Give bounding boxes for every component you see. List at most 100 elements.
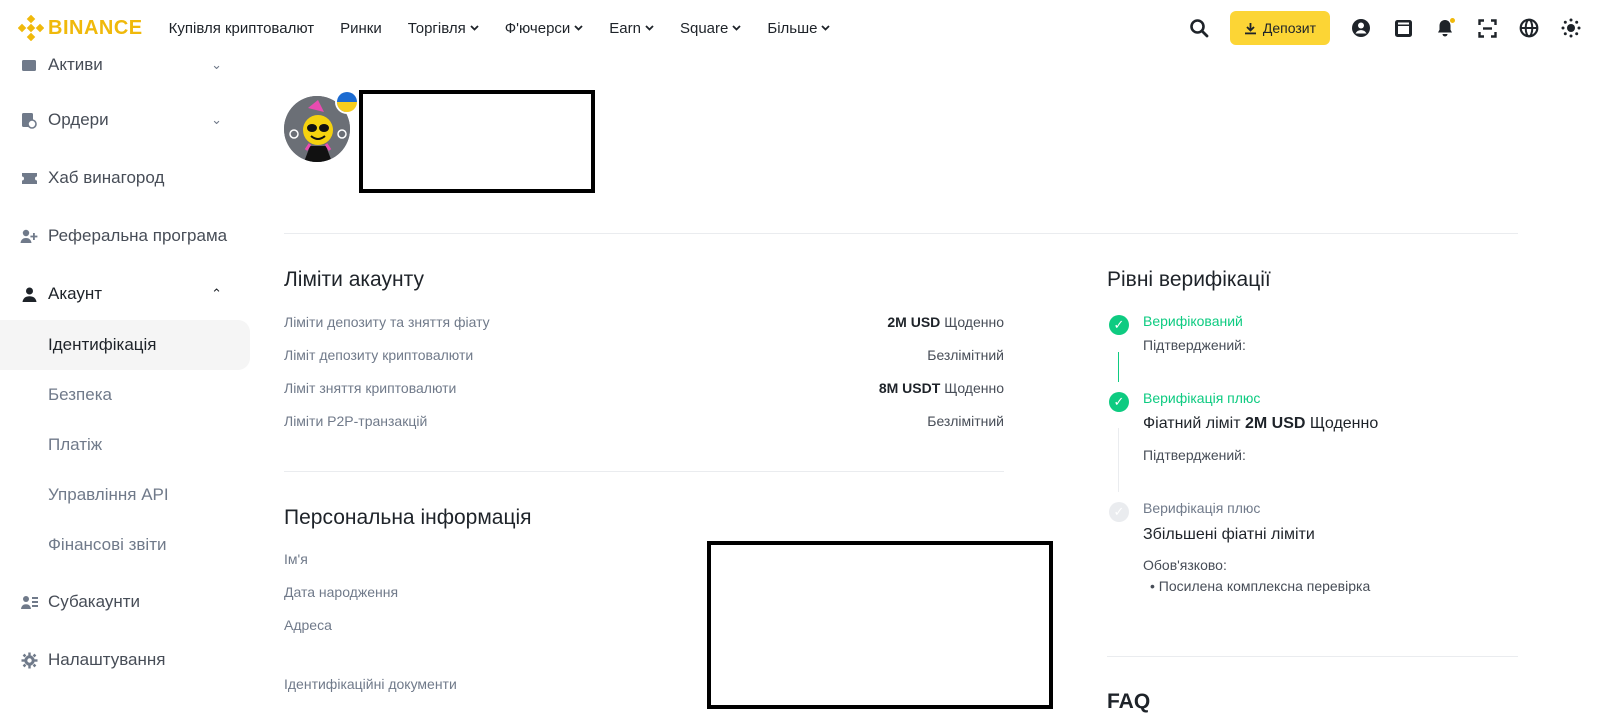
ukraine-flag-icon [335,90,359,114]
ticket-icon [20,169,38,187]
chevron-down-icon [470,23,479,34]
chevron-up-icon: ⌃ [211,286,222,301]
nav-item-5[interactable]: Square [680,20,741,37]
limit-amount: 2M USD [887,314,941,330]
chevron-down-icon [821,23,831,34]
account-limits-title: Ліміти акаунту [284,268,424,291]
deposit-button[interactable]: Депозит [1229,11,1330,45]
address-label: Адреса [284,617,332,633]
limit-label-crypto-deposit: Ліміт депозиту криптовалюти [284,347,474,363]
subaccounts-icon [20,593,38,611]
divider [1107,656,1518,657]
sidebar-item-rewards[interactable]: Хаб винагород [0,153,250,203]
limit-value-p2p: Безлімітний [927,413,1004,429]
sidebar-item-label: Активи [48,55,103,74]
nav-item-2[interactable]: Торгівля [408,20,479,37]
progress-line [1118,352,1119,382]
limit-label-fiat: Ліміти депозиту та зняття фіату [284,314,490,330]
binance-logo[interactable]: BINANCE [18,15,143,41]
verified-plus-title: Верифікація плюс [1143,390,1261,406]
sidebar-item-label: Фінансові звіти [48,535,167,554]
chevron-down-icon [732,23,741,34]
nav-item-label: Торгівля [407,19,466,37]
notification-dot [1449,17,1456,24]
nav-item-6[interactable]: Більше [767,19,831,37]
sidebar-item-referral[interactable]: Реферальна програма [0,211,250,261]
sidebar-item-financial-reports[interactable]: Фінансові звіти [0,520,250,570]
limit-value-crypto-withdraw: 8M USDT Щоденно [879,380,1004,396]
top-navbar: BINANCE Купівля криптовалют Ринки Торгівля… [0,0,1600,56]
progress-line [1118,428,1119,492]
sidebar-item-payment[interactable]: Платіж [0,420,250,470]
sidebar-item-label: Хаб винагород [48,168,165,187]
nav-item-0[interactable]: Купівля криптовалют [169,20,315,37]
sidebar-item-label: Налаштування [48,650,166,669]
personal-info-title: Персональна інформація [284,506,532,529]
sidebar-item-label: Управління API [48,485,169,504]
limit-label-p2p: Ліміти P2P-транзакцій [284,413,428,429]
divider [284,233,1518,234]
notification-bell-icon[interactable] [1434,17,1456,39]
verified-plus-status: Підтверджений: [1143,447,1246,463]
requirement-item: • Посилена комплексна перевірка [1150,578,1371,594]
sidebar-item-label: Акаунт [48,284,103,303]
limit-value-crypto-deposit: Безлімітний [927,347,1004,363]
next-level-title: Верифікація плюс [1143,500,1261,516]
sidebar-item-label: Субакаунти [48,592,141,611]
sidebar-item-api-management[interactable]: Управління API [0,470,250,520]
chevron-down-icon: ⌄ [211,57,222,72]
theme-toggle-icon[interactable] [1560,17,1582,39]
redacted-personal-info [707,541,1053,709]
check-circle-icon: ✓ [1109,392,1129,412]
user-icon [20,285,38,303]
verification-levels-title: Рівні верифікації [1107,268,1271,291]
sidebar-item-security[interactable]: Безпека [0,370,250,420]
limit-amount: 8M USDT [878,380,941,396]
fiat-limit-prefix: Фіатний ліміт [1143,415,1241,432]
gear-icon [20,651,38,669]
wallet-icon [20,56,38,74]
increased-limits-text: Збільшені фіатні ліміти [1143,526,1315,543]
check-circle-pending-icon: ✓ [1109,502,1129,522]
nav-item-1[interactable]: Ринки [340,20,382,37]
nav-item-label: Earn [609,19,641,37]
scan-qr-icon[interactable] [1476,17,1498,39]
limit-label-crypto-withdraw: Ліміт зняття криптовалюти [284,380,457,396]
sidebar-item-orders[interactable]: Ордери ⌄ [0,95,250,145]
chevron-down-icon [574,23,583,34]
add-user-icon [20,227,38,245]
check-circle-icon: ✓ [1109,315,1129,335]
sidebar-item-identification[interactable]: Ідентифікація [0,320,250,370]
header-tools: Депозит [1168,0,1582,56]
dob-label: Дата народження [284,584,399,600]
sidebar-item-account[interactable]: Акаунт ⌃ [0,269,250,319]
search-icon[interactable] [1188,17,1210,39]
sidebar-item-settings[interactable]: Налаштування [0,635,250,685]
nav-item-4[interactable]: Earn [609,20,654,37]
limit-period: Щоденно [944,314,1004,330]
binance-logo-icon [18,15,44,41]
divider [284,471,1004,472]
fiat-limit-amount: 2M USD [1244,415,1306,432]
name-label: Ім'я [284,551,308,567]
orders-icon[interactable] [1392,17,1414,39]
nav-item-3[interactable]: Ф'ючерси [505,20,584,37]
id-documents-label: Ідентифікаційні документи [284,676,457,692]
download-icon [1244,22,1256,34]
chevron-down-icon: ⌄ [211,112,222,127]
language-globe-icon[interactable] [1518,17,1540,39]
verified-status: Підтверджений: [1143,337,1246,353]
deposit-label: Депозит [1262,20,1316,36]
user-profile-icon[interactable] [1350,17,1372,39]
sidebar-item-subaccounts[interactable]: Субакаунти [0,577,250,627]
nav-item-label: Більше [767,19,818,37]
required-label: Обов'язково: [1143,557,1227,573]
orders-icon [20,111,38,129]
main-nav: Купівля криптовалют Ринки Торгівля Ф'ючерси… [169,20,857,37]
nav-item-label: Ринки [340,19,382,37]
limit-period: Щоденно [944,380,1004,396]
fiat-limit-period: Щоденно [1309,415,1379,432]
verified-level-title: Верифікований [1143,313,1243,329]
sidebar-item-label: Ідентифікація [48,335,157,354]
sidebar-item-label: Безпека [48,385,112,404]
